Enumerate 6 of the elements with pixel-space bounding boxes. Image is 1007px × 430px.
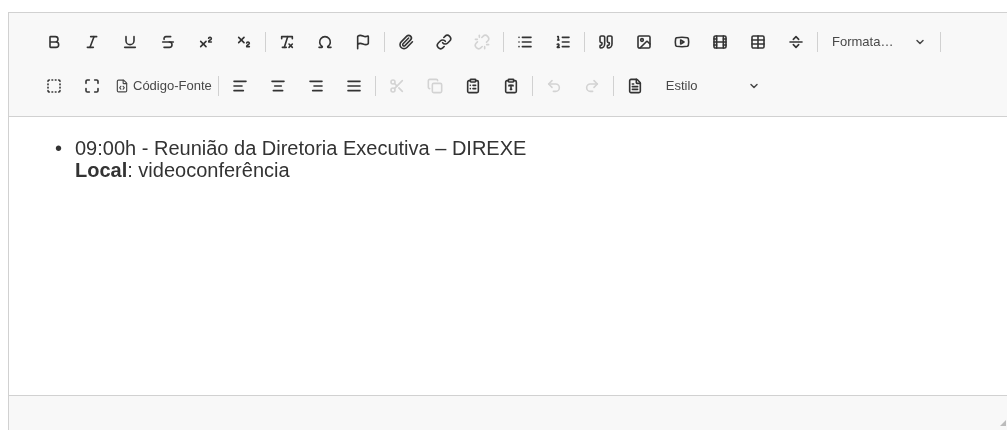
bullet-marker: • [55,137,63,161]
format-dropdown[interactable]: Estilo [657,73,768,99]
format-dropdown[interactable]: Formata… [824,29,934,55]
text-line: 09:00h - Reunião da Diretoria Executiva – DIREXE [75,137,527,159]
text-line: Local: videoconferência [75,159,291,181]
source-code-button[interactable]: Código-Fonte [111,73,216,99]
